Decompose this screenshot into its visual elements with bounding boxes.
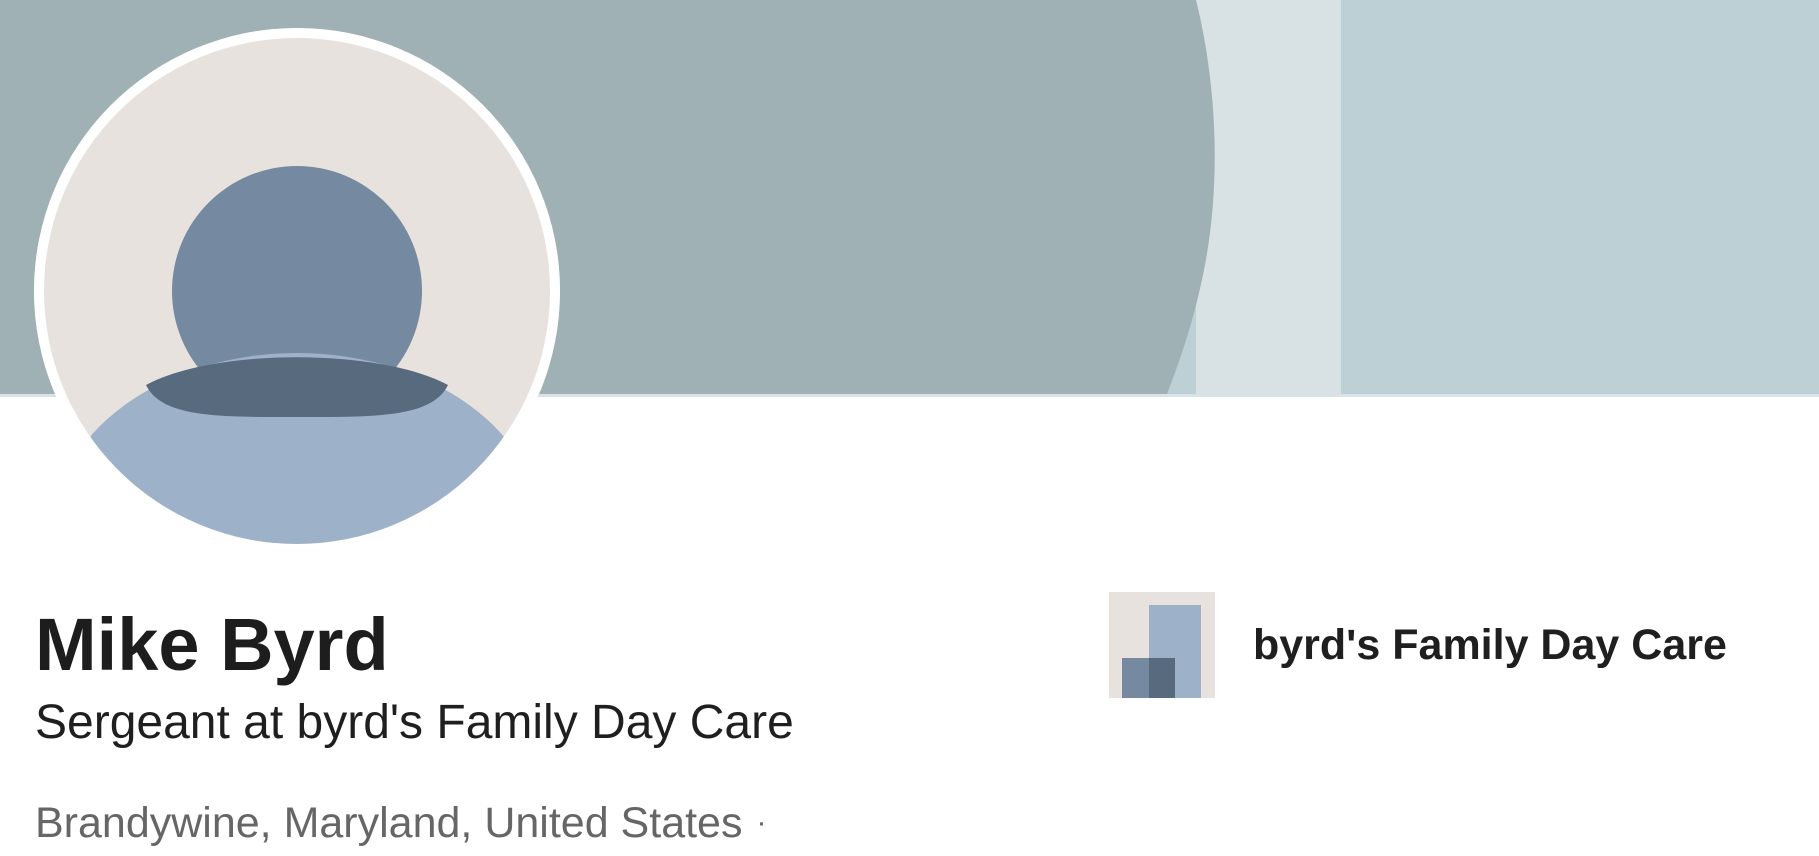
profile-page: Mike Byrd Sergeant at byrd's Family Day … (0, 0, 1819, 856)
cover-light-stripe (1196, 0, 1341, 397)
profile-name: Mike Byrd (35, 603, 389, 686)
profile-avatar[interactable] (34, 28, 560, 554)
profile-location: Brandywine, Maryland, United States (35, 799, 743, 847)
default-person-avatar-icon (34, 28, 560, 554)
current-company-link[interactable]: byrd's Family Day Care (1109, 592, 1727, 698)
company-logo[interactable] (1109, 592, 1215, 698)
profile-location-row: Brandywine, Maryland, United States · (35, 793, 766, 853)
profile-headline: Sergeant at byrd's Family Day Care (35, 696, 794, 749)
location-separator: · (756, 806, 767, 839)
company-name[interactable]: byrd's Family Day Care (1253, 617, 1727, 673)
company-building-logo-icon (1109, 592, 1215, 698)
